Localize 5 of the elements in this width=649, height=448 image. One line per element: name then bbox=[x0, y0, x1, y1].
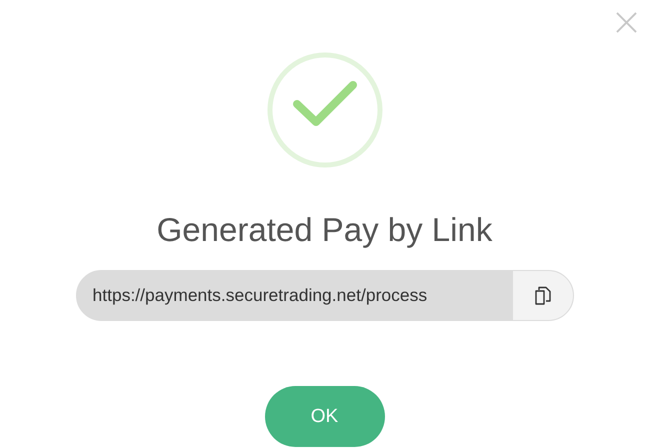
link-field[interactable]: https://payments.securetrading.net/process bbox=[76, 270, 574, 321]
checkmark-icon bbox=[266, 52, 382, 168]
copy-icon bbox=[534, 286, 552, 306]
copy-button[interactable] bbox=[512, 271, 572, 320]
dialog-title: Generated Pay by Link bbox=[156, 210, 492, 250]
